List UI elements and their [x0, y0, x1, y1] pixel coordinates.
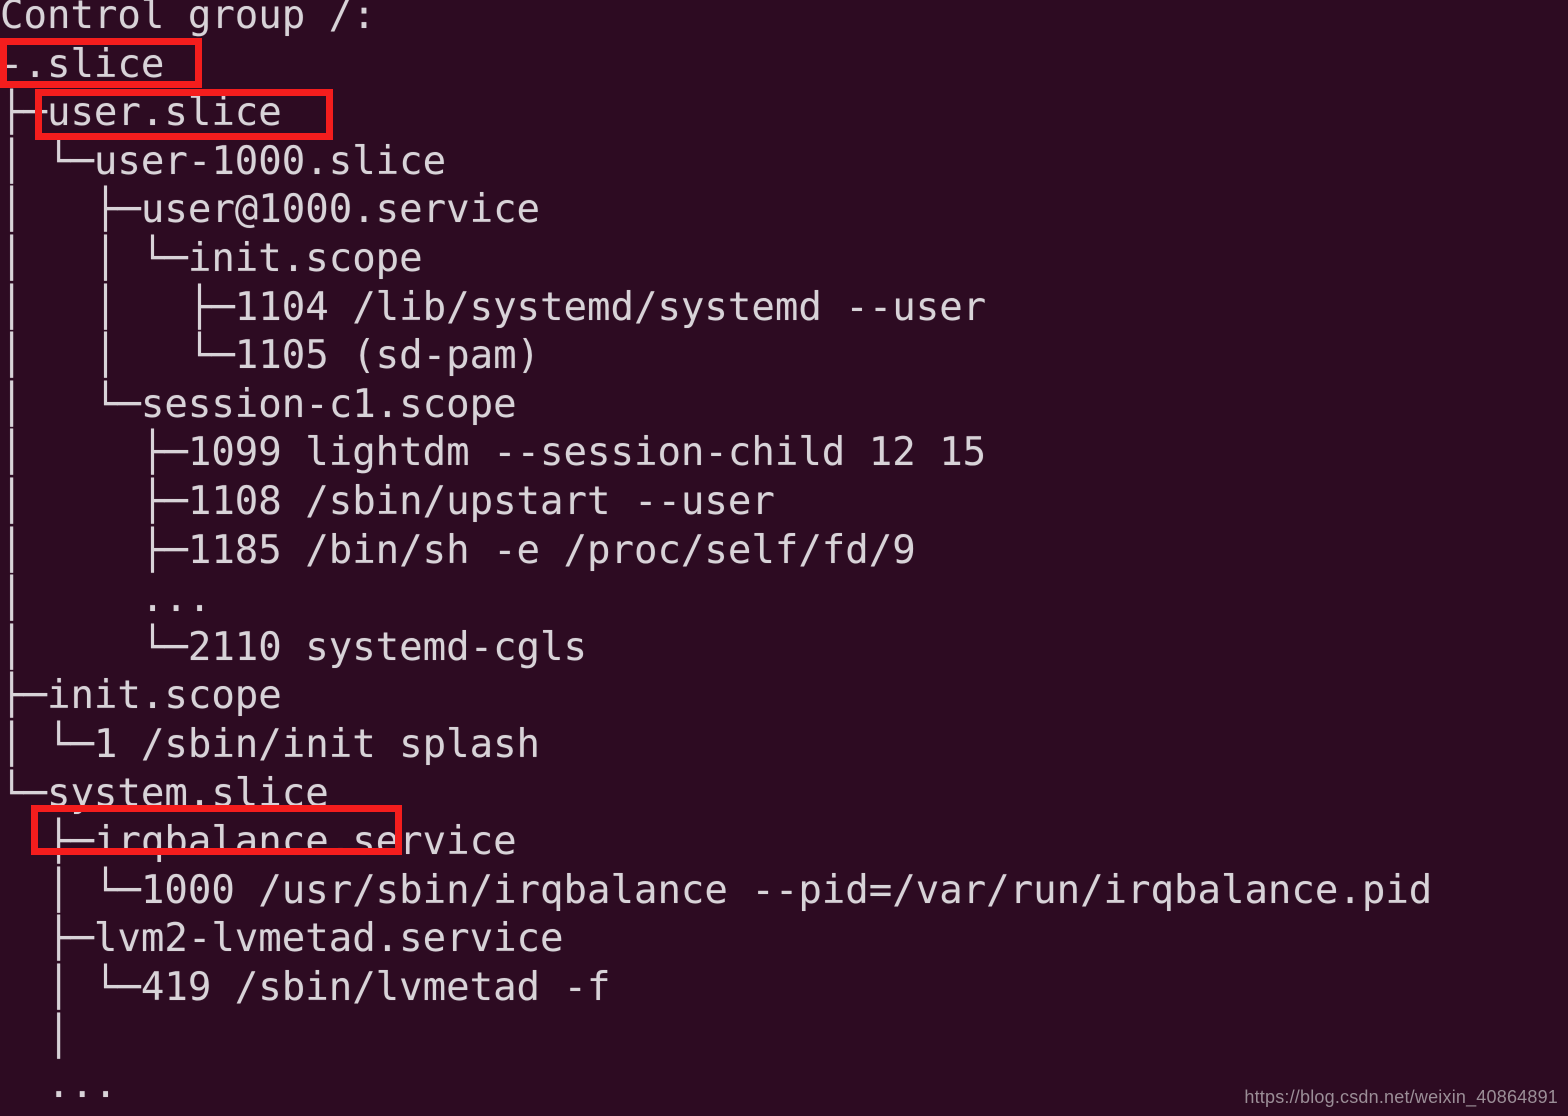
terminal-line: │ │ ├─1104 /lib/systemd/systemd --user — [0, 284, 987, 330]
terminal-line: ... — [0, 1062, 118, 1108]
terminal-line: ├─user.slice — [0, 90, 282, 136]
terminal-line: └─system.slice — [0, 770, 329, 816]
terminal-line: │ └─419 /sbin/lvmetad -f — [0, 965, 611, 1010]
watermark-text: https://blog.csdn.net/weixin_40864891 — [1244, 1087, 1558, 1107]
terminal-line: │ │ └─init.scope — [0, 236, 423, 281]
terminal-line: │ ├─1108 /sbin/upstart --user — [0, 479, 775, 524]
terminal-line: │ └─1000 /usr/sbin/irqbalance --pid=/var… — [0, 867, 1433, 913]
terminal-line: │ └─1 /sbin/init splash — [0, 722, 541, 767]
terminal-output: Control group /: -.slice ├─user.slice │ └─u… — [0, 0, 1568, 1116]
terminal-line: Control group /: — [0, 0, 376, 38]
terminal-line: │ ... — [0, 576, 212, 622]
terminal-line: │ │ └─1105 (sd-pam) — [0, 333, 541, 379]
terminal-line: ├─init.scope — [0, 673, 282, 719]
terminal-line: │ ├─1099 lightdm --session-child 12 15 — [0, 430, 987, 476]
terminal-line: │ └─user-1000.slice — [0, 138, 447, 184]
terminal-line: │ — [0, 1013, 71, 1059]
terminal-line: │ └─session-c1.scope — [0, 381, 517, 427]
terminal-line: │ ├─user@1000.service — [0, 187, 541, 233]
terminal-line: │ ├─1185 /bin/sh -e /proc/self/fd/9 — [0, 527, 916, 573]
terminal-screenshot: Control group /: -.slice ├─user.slice │ └─u… — [0, 0, 1568, 1116]
terminal-line: ├─lvm2-lvmetad.service — [0, 916, 564, 962]
terminal-line: │ └─2110 systemd-cgls — [0, 624, 587, 670]
terminal-line: -.slice — [0, 41, 165, 87]
terminal-line: ├─irqbalance.service — [0, 819, 517, 865]
